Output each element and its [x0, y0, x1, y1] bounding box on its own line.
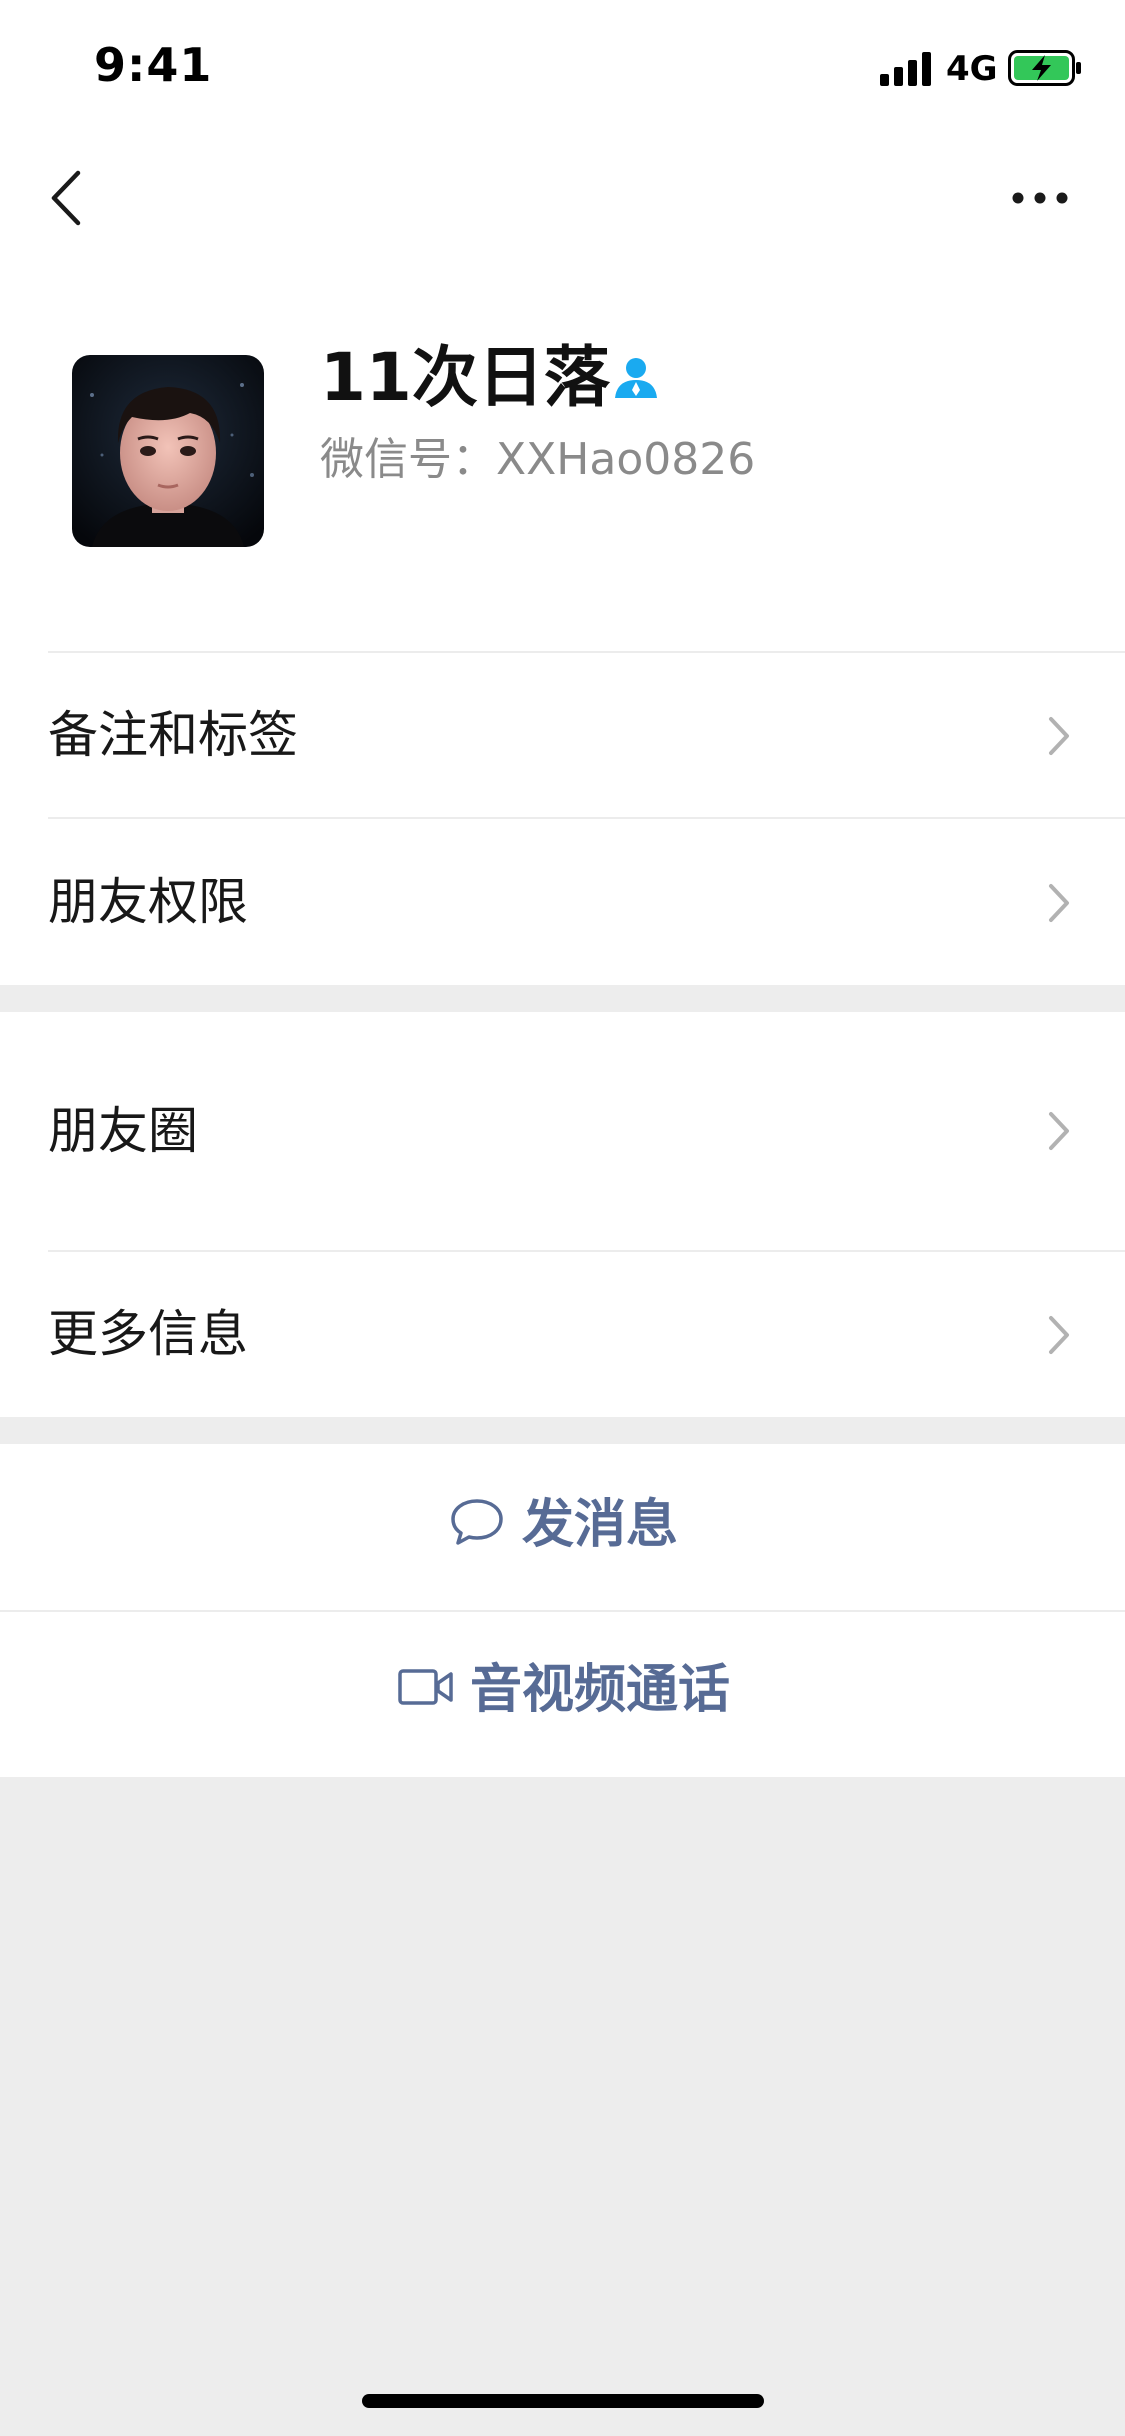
action-block: 发消息 音视频通话	[0, 1444, 1125, 1777]
status-time: 9:41	[94, 38, 213, 92]
status-bar: 9:41 4G	[0, 0, 1125, 135]
video-call-button[interactable]: 音视频通话	[0, 1611, 1125, 1777]
chevron-right-icon	[1049, 1316, 1069, 1354]
signal-bars-icon	[880, 52, 931, 86]
wechat-id: 微信号：XXHao0826	[320, 434, 756, 485]
profile-header-block: 9:41 4G 11次日落 微信号：XXHao0826 备注和标签 朋友权限	[0, 0, 1125, 985]
network-type: 4G	[946, 49, 998, 89]
send-message-button[interactable]: 发消息	[0, 1444, 1125, 1610]
row-friend-permissions[interactable]: 朋友权限	[0, 819, 1125, 985]
video-camera-icon	[398, 1669, 453, 1705]
chevron-right-icon	[1049, 717, 1069, 755]
send-message-label: 发消息	[522, 1495, 679, 1555]
row-more-info[interactable]: 更多信息	[0, 1252, 1125, 1417]
more-options-icon[interactable]	[1010, 182, 1070, 214]
row-moments[interactable]: 朋友圈	[0, 1012, 1125, 1250]
row-label: 朋友圈	[48, 1102, 198, 1160]
contact-person-icon	[615, 358, 657, 398]
row-label: 朋友权限	[48, 873, 248, 931]
chevron-right-icon	[1049, 1112, 1069, 1150]
row-remarks-and-tags[interactable]: 备注和标签	[0, 653, 1125, 817]
contact-profile-screen: 9:41 4G 11次日落 微信号：XXHao0826 备注和标签 朋友权限 朋…	[0, 0, 1125, 2436]
chevron-right-icon	[1049, 884, 1069, 922]
battery-charging-icon	[1008, 50, 1081, 86]
avatar[interactable]	[72, 355, 264, 547]
home-indicator	[362, 2394, 764, 2408]
back-chevron-icon[interactable]	[44, 165, 88, 231]
video-call-label: 音视频通话	[470, 1660, 731, 1720]
row-label: 备注和标签	[48, 706, 298, 764]
contact-name: 11次日落	[320, 339, 610, 416]
row-label: 更多信息	[48, 1305, 248, 1363]
profile-details-block: 朋友圈 更多信息	[0, 1012, 1125, 1417]
chat-bubble-icon	[451, 1499, 503, 1545]
avatar-photo	[72, 355, 264, 547]
